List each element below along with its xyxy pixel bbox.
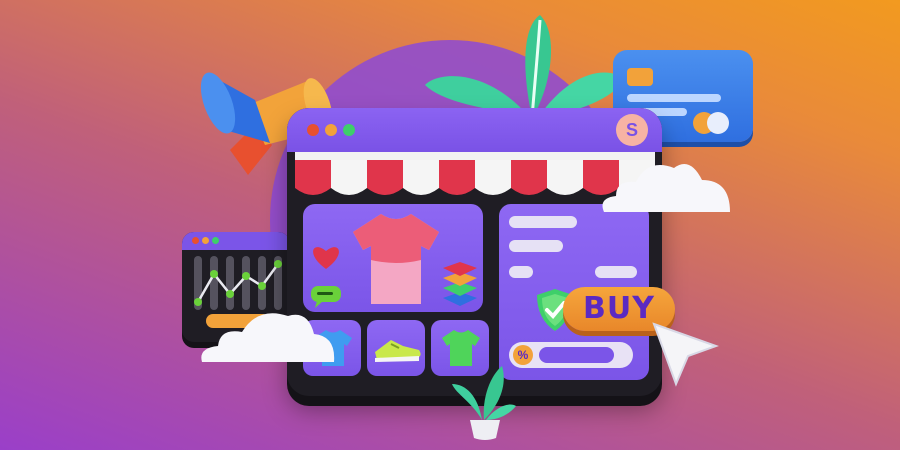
minimize-dot[interactable] — [325, 124, 337, 136]
text-line — [509, 240, 563, 252]
cloud-icon — [201, 313, 335, 362]
close-dot[interactable] — [307, 124, 319, 136]
percent-icon: % — [513, 345, 533, 365]
window-titlebar: S — [287, 108, 662, 152]
maximize-dot[interactable] — [343, 124, 355, 136]
illustration-scene: S BUY % — [0, 0, 900, 450]
discount-progress: % — [509, 342, 633, 368]
shoe-icon — [375, 340, 421, 362]
line-graph-icon — [194, 256, 282, 310]
cursor-arrow-icon — [652, 322, 719, 387]
potted-plant-icon — [452, 366, 516, 440]
text-line — [509, 216, 577, 228]
product-thumb-sneaker[interactable] — [367, 320, 425, 376]
shopify-bag-icon: S — [616, 114, 648, 146]
plant-leaves-decoration — [425, 15, 625, 119]
card-logo-circle — [707, 112, 729, 134]
cloud-icon — [602, 164, 730, 212]
text-line — [509, 266, 533, 278]
tshirt-icon — [353, 214, 439, 304]
card-line — [627, 94, 721, 102]
text-line — [595, 266, 637, 278]
card-chip — [627, 68, 653, 86]
discount-fill — [539, 347, 614, 363]
product-showcase[interactable] — [303, 204, 483, 312]
heart-icon[interactable] — [311, 244, 341, 270]
layers-icon — [443, 262, 477, 306]
